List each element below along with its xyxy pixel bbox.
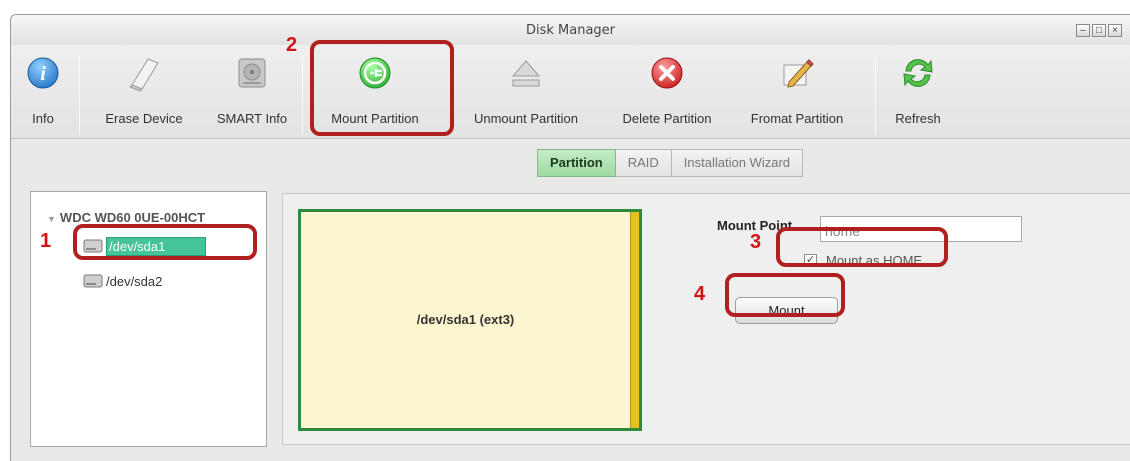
toolbar-separator <box>79 55 80 135</box>
close-icon: × <box>1112 25 1118 36</box>
title-bar[interactable]: Disk Manager – □ × <box>11 15 1130 45</box>
tree-item-label: /dev/sda1 <box>106 236 207 256</box>
tab-partition[interactable]: Partition <box>537 149 616 177</box>
format-partition-label: Fromat Partition <box>750 111 844 126</box>
callout-number: 2 <box>286 34 298 56</box>
info-icon: i <box>23 53 63 93</box>
window-title: Disk Manager <box>525 23 616 38</box>
mount-as-home-option[interactable]: ✓ Mount as HOME <box>804 253 922 268</box>
checkmark-icon: ✓ <box>805 254 816 266</box>
partition-block-sda1[interactable]: /dev/sda1 (ext3) <box>298 209 642 431</box>
plug-icon <box>355 53 395 93</box>
tree-device[interactable]: ▼ WDC WD60 0UE-00HCT <box>47 210 205 225</box>
refresh-label: Refresh <box>895 111 941 126</box>
svg-text:i: i <box>40 63 46 85</box>
smart-info-label: SMART Info <box>216 111 288 126</box>
expand-triangle-icon[interactable]: ▼ <box>47 214 56 224</box>
mount-point-input[interactable] <box>820 216 1022 242</box>
format-pencil-icon <box>777 53 817 93</box>
window-controls: – □ × <box>1076 24 1122 37</box>
delete-x-icon <box>647 53 687 93</box>
tree-item-sda1[interactable]: /dev/sda1 <box>83 236 207 256</box>
close-button[interactable]: × <box>1108 24 1122 37</box>
partition-block-label: /dev/sda1 (ext3) <box>416 312 515 327</box>
eject-icon <box>506 53 546 93</box>
callout-number: 4 <box>694 283 706 305</box>
device-tree: ▼ WDC WD60 0UE-00HCT /dev/sda1 /dev/sda2 <box>30 191 267 447</box>
tab-installation-wizard[interactable]: Installation Wizard <box>671 149 804 177</box>
tab-raid[interactable]: RAID <box>615 149 672 177</box>
disk-icon <box>83 239 103 253</box>
format-partition-button[interactable]: Fromat Partition <box>729 53 865 135</box>
maximize-icon: □ <box>1095 25 1103 36</box>
callout-number: 1 <box>40 230 52 252</box>
refresh-icon <box>898 53 938 93</box>
minimize-icon: – <box>1080 25 1086 36</box>
delete-partition-button[interactable]: Delete Partition <box>603 53 731 135</box>
maximize-button[interactable]: □ <box>1092 24 1106 37</box>
tree-item-label: /dev/sda2 <box>106 273 163 289</box>
disk-icon <box>83 274 103 288</box>
eraser-icon <box>124 53 164 93</box>
mount-as-home-label: Mount as HOME <box>826 253 923 268</box>
toolbar: i Info Erase Device SMART Info Mount Par… <box>11 45 1130 139</box>
info-button[interactable]: i Info <box>15 53 71 135</box>
unmount-partition-label: Unmount Partition <box>473 111 579 126</box>
mount-partition-button[interactable]: Mount Partition <box>311 53 439 135</box>
tree-device-label: WDC WD60 0UE-00HCT <box>59 210 206 225</box>
callout-number: 3 <box>750 231 762 253</box>
mount-as-home-checkbox[interactable]: ✓ <box>804 254 817 267</box>
partition-usage-bar <box>630 212 639 428</box>
smart-info-button[interactable]: SMART Info <box>209 53 295 135</box>
toolbar-separator <box>302 55 303 135</box>
refresh-button[interactable]: Refresh <box>883 53 953 135</box>
content-area: Partition RAID Installation Wizard ▼ WDC … <box>11 140 1130 461</box>
hard-drive-icon <box>232 53 272 93</box>
disk-manager-window: Disk Manager – □ × i Info Erase Device S… <box>10 14 1130 461</box>
mount-partition-label: Mount Partition <box>331 111 419 126</box>
toolbar-separator <box>875 55 876 135</box>
erase-device-label: Erase Device <box>105 111 183 126</box>
info-label: Info <box>32 111 54 126</box>
delete-partition-label: Delete Partition <box>622 111 712 126</box>
tree-item-sda2[interactable]: /dev/sda2 <box>83 271 162 291</box>
erase-device-button[interactable]: Erase Device <box>89 53 199 135</box>
partition-panel: /dev/sda1 (ext3) Mount Point ✓ Mount as … <box>282 193 1130 445</box>
tab-bar: Partition RAID Installation Wizard <box>537 149 804 177</box>
unmount-partition-button[interactable]: Unmount Partition <box>451 53 601 135</box>
mount-button[interactable]: Mount <box>735 297 838 324</box>
minimize-button[interactable]: – <box>1076 24 1090 37</box>
